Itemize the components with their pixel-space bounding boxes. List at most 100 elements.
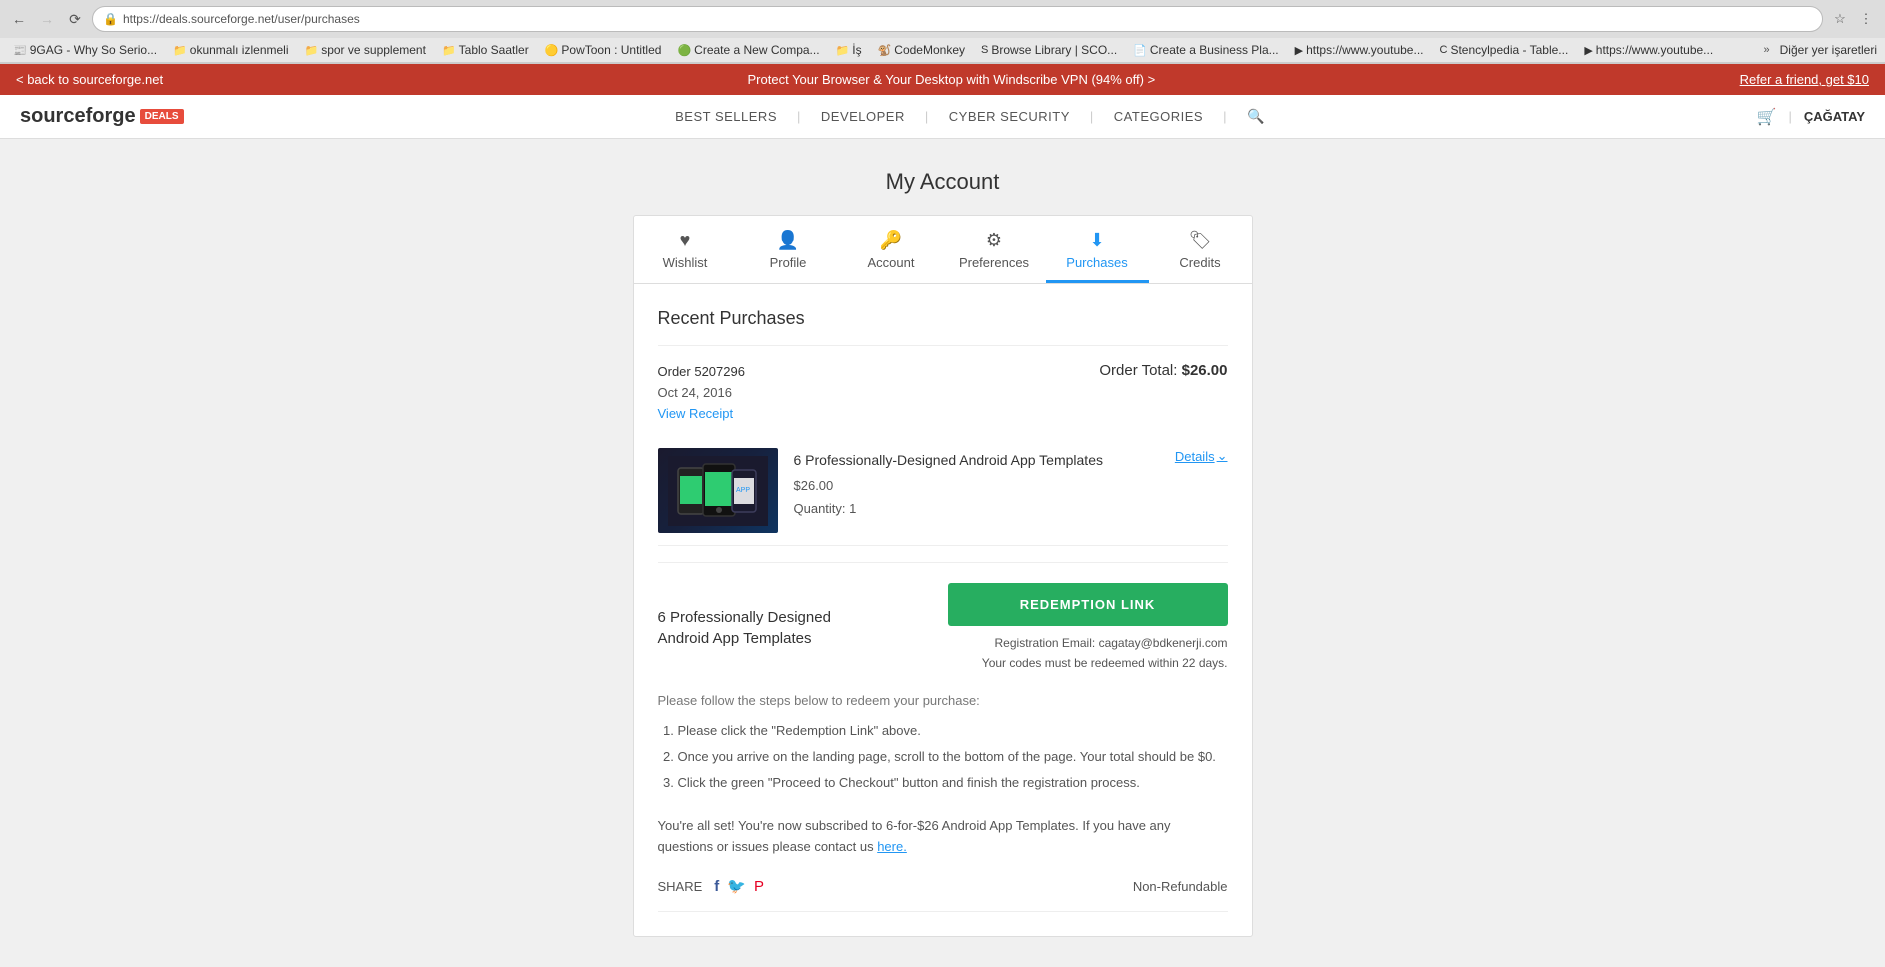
redemption-section: 6 Professionally Designed Android App Te… — [658, 563, 1228, 895]
bookmark-9gag[interactable]: 📰 9GAG - Why So Serio... — [8, 41, 162, 59]
header-right: 🛒 | ÇAĞATAY — [1757, 107, 1865, 127]
bookmark-icon: C — [1440, 44, 1448, 56]
steps-intro: Please follow the steps below to redeem … — [658, 693, 1228, 708]
order-total: Order Total: $26.00 — [1099, 362, 1227, 379]
bookmark-icon: 📰 — [13, 44, 27, 57]
bookmark-tablo[interactable]: 📁 Tablo Saatler — [437, 41, 534, 59]
tab-account[interactable]: 🔑 Account — [840, 216, 943, 283]
nav-cyber-security[interactable]: CYBER SECURITY — [949, 109, 1070, 124]
bookmarks-bar: 📰 9GAG - Why So Serio... 📁 okunmalı izle… — [0, 38, 1885, 63]
bookmark-label: CodeMonkey — [894, 43, 965, 57]
bookmark-label: Create a Business Pla... — [1150, 43, 1279, 57]
nav-developer[interactable]: DEVELOPER — [821, 109, 905, 124]
tab-label-profile: Profile — [770, 255, 807, 270]
profile-icon: 👤 — [777, 230, 799, 251]
bookmark-browse-library[interactable]: S Browse Library | SCO... — [976, 41, 1122, 59]
details-link[interactable]: Details ⌄ — [1175, 448, 1228, 464]
item-price: $26.00 — [794, 474, 1159, 497]
page-content: My Account ♥ Wishlist 👤 Profile 🔑 Accoun… — [0, 139, 1885, 967]
bookmarks-overflow[interactable]: » — [1764, 44, 1770, 56]
browser-chrome: ← → ⟳ 🔒 https://deals.sourceforge.net/us… — [0, 0, 1885, 64]
tab-preferences[interactable]: ⚙ Preferences — [943, 216, 1046, 283]
share-bar: SHARE f 🐦 P Non-Refundable — [658, 877, 1228, 895]
cart-icon[interactable]: 🛒 — [1757, 107, 1777, 127]
bookmark-icon: 🟡 — [545, 44, 559, 57]
bookmark-icon: 📁 — [442, 44, 456, 57]
url-text: https://deals.sourceforge.net/user/purch… — [123, 12, 360, 26]
footer-note: You're all set! You're now subscribed to… — [658, 816, 1228, 858]
facebook-share-icon[interactable]: f — [714, 878, 719, 895]
browser-actions: ☆ ⋮ — [1829, 8, 1877, 30]
bookmark-label: spor ve supplement — [321, 43, 426, 57]
order-id: Order 5207296 — [658, 362, 745, 383]
pinterest-share-icon[interactable]: P — [754, 878, 764, 895]
back-to-sourceforge[interactable]: < back to sourceforge.net — [16, 72, 163, 87]
account-content: Recent Purchases Order 5207296 Oct 24, 2… — [634, 284, 1252, 936]
search-icon[interactable]: 🔍 — [1247, 108, 1265, 125]
bookmark-youtube1[interactable]: ▶ https://www.youtube... — [1290, 41, 1429, 59]
chevron-down-icon: ⌄ — [1217, 448, 1228, 464]
item-quantity: Quantity: 1 — [794, 497, 1159, 520]
order-total-value: $26.00 — [1182, 362, 1228, 379]
nav-divider: | — [797, 109, 801, 124]
tab-profile[interactable]: 👤 Profile — [737, 216, 840, 283]
product-image: APP — [658, 448, 778, 533]
order-header: Order 5207296 Oct 24, 2016 View Receipt … — [658, 362, 1228, 424]
redemption-link-button[interactable]: REDEMPTION LINK — [948, 583, 1228, 626]
bookmark-label: okunmalı izlenmeli — [190, 43, 289, 57]
tab-label-preferences: Preferences — [959, 255, 1029, 270]
bookmark-okunmali[interactable]: 📁 okunmalı izlenmeli — [168, 41, 293, 59]
nav-best-sellers[interactable]: BEST SELLERS — [675, 109, 777, 124]
footer-note-text: You're all set! You're now subscribed to… — [658, 818, 1171, 854]
bookmark-folder-other[interactable]: Diğer yer işaretleri — [1780, 43, 1877, 57]
non-refundable-label: Non-Refundable — [1133, 879, 1228, 894]
bookmark-star[interactable]: ☆ — [1829, 8, 1851, 30]
recent-purchases-title: Recent Purchases — [658, 308, 1228, 329]
tab-credits[interactable]: 🏷 Credits — [1149, 216, 1252, 283]
tab-label-credits: Credits — [1179, 255, 1220, 270]
bookmark-icon: 🟢 — [677, 44, 691, 57]
purchases-icon: ⬇ — [1089, 230, 1104, 251]
nav-divider: | — [1090, 109, 1094, 124]
view-receipt-link[interactable]: View Receipt — [658, 406, 734, 421]
account-card: ♥ Wishlist 👤 Profile 🔑 Account ⚙ Prefere… — [633, 215, 1253, 937]
bookmark-spor[interactable]: 📁 spor ve supplement — [300, 41, 431, 59]
redemption-btn-area: REDEMPTION LINK Registration Email: caga… — [948, 583, 1228, 672]
reg-email-value: cagatay@bdkenerji.com — [1099, 636, 1228, 650]
step-2: Once you arrive on the landing page, scr… — [678, 744, 1228, 770]
bookmark-create-business[interactable]: 📄 Create a Business Pla... — [1128, 41, 1283, 59]
section-divider — [658, 345, 1228, 346]
bottom-divider — [658, 911, 1228, 912]
nav-categories[interactable]: CATEGORIES — [1114, 109, 1203, 124]
site-logo[interactable]: sourceforge DEALS — [20, 105, 184, 128]
bookmark-create-company[interactable]: 🟢 Create a New Compa... — [672, 41, 824, 59]
step-3: Click the green "Proceed to Checkout" bu… — [678, 770, 1228, 796]
nav-divider: | — [1788, 109, 1791, 124]
reload-button[interactable]: ⟳ — [64, 8, 86, 30]
bookmark-powtoon[interactable]: 🟡 PowToon : Untitled — [540, 41, 667, 59]
announcement-promo[interactable]: Protect Your Browser & Your Desktop with… — [163, 72, 1740, 87]
bookmark-youtube2[interactable]: ▶ https://www.youtube... — [1579, 41, 1718, 59]
bookmark-label: 9GAG - Why So Serio... — [30, 43, 157, 57]
preferences-icon: ⚙ — [986, 230, 1002, 251]
bookmark-icon: 📄 — [1133, 44, 1147, 57]
order-info: Order 5207296 Oct 24, 2016 View Receipt — [658, 362, 745, 424]
order-total-label: Order Total: — [1099, 362, 1177, 379]
twitter-share-icon[interactable]: 🐦 — [727, 877, 746, 895]
steps-list: Please click the "Redemption Link" above… — [658, 718, 1228, 796]
footer-contact-link[interactable]: here. — [877, 839, 907, 854]
url-bar[interactable]: 🔒 https://deals.sourceforge.net/user/pur… — [92, 6, 1823, 32]
nav-divider: | — [1223, 109, 1227, 124]
announcement-bar: < back to sourceforge.net Protect Your B… — [0, 64, 1885, 95]
back-button[interactable]: ← — [8, 8, 30, 30]
bookmark-is[interactable]: 📁 İş — [831, 41, 867, 59]
forward-button[interactable]: → — [36, 8, 58, 30]
bookmark-codemonkey[interactable]: 🐒 CodeMonkey — [873, 41, 970, 59]
bookmark-icon: 🐒 — [878, 44, 892, 57]
bookmark-icon: 📁 — [836, 44, 850, 57]
browser-menu[interactable]: ⋮ — [1855, 8, 1877, 30]
refer-friend[interactable]: Refer a friend, get $10 — [1740, 72, 1869, 87]
tab-wishlist[interactable]: ♥ Wishlist — [634, 216, 737, 283]
bookmark-stencylpedia[interactable]: C Stencylpedia - Table... — [1435, 41, 1574, 59]
tab-purchases[interactable]: ⬇ Purchases — [1046, 216, 1149, 283]
